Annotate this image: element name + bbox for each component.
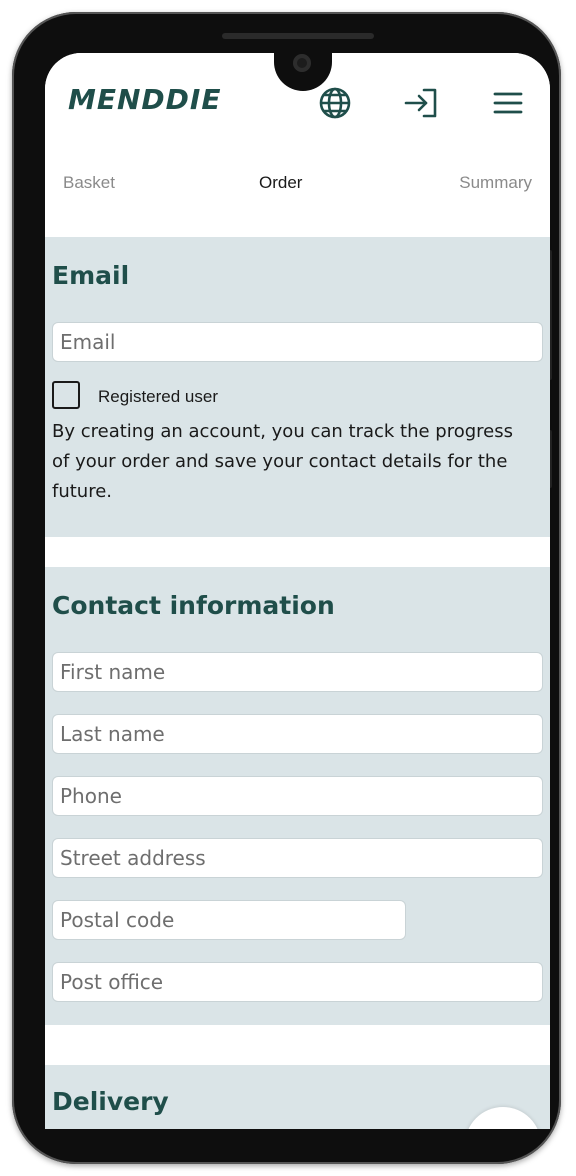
delivery-section-title: Delivery [52, 1087, 169, 1116]
account-info-text: By creating an account, you can track th… [52, 421, 514, 502]
login-icon[interactable] [404, 86, 438, 120]
post-office-field[interactable] [52, 962, 543, 1002]
registered-user-label[interactable]: Registered user [98, 387, 218, 407]
last-name-field[interactable] [52, 714, 543, 754]
first-name-field[interactable] [52, 652, 543, 692]
hamburger-menu-icon[interactable] [491, 86, 525, 120]
step-basket[interactable]: Basket [63, 173, 115, 193]
phone-field[interactable] [52, 776, 543, 816]
step-order[interactable]: Order [259, 173, 302, 193]
phone-frame: MENDDIE Basket Order Summary Email Email… [12, 12, 561, 1164]
registered-user-checkbox[interactable] [52, 381, 80, 409]
contact-section: Contact information [45, 567, 550, 1025]
contact-section-title: Contact information [52, 591, 335, 620]
step-summary[interactable]: Summary [459, 173, 532, 193]
speaker-grille [222, 33, 374, 39]
menddie-logo[interactable]: MENDDIE [68, 83, 221, 116]
globe-icon[interactable] [318, 86, 352, 120]
phone-screen: MENDDIE Basket Order Summary Email Email… [45, 53, 550, 1129]
email-field[interactable] [52, 322, 543, 362]
email-section-title: Email [52, 261, 130, 290]
checkout-steps: Basket Order Summary [45, 153, 550, 237]
postal-code-field[interactable] [52, 900, 406, 940]
email-section: Email Registered user By creating an acc… [45, 237, 550, 537]
front-camera-icon [293, 54, 311, 72]
street-address-field[interactable] [52, 838, 543, 878]
